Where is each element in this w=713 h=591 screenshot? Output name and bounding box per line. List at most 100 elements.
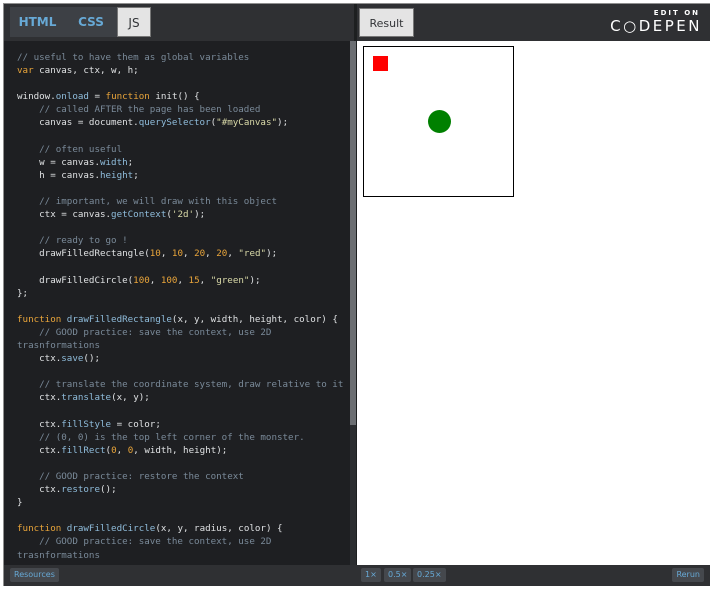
code-token: ctx = canvas. (17, 209, 112, 221)
code-token: , (183, 248, 195, 260)
result-preview (357, 41, 710, 565)
code-token: init() { (155, 91, 200, 103)
code-line: var canvas, ctx, w, h; (17, 64, 350, 77)
code-token: w = canvas. (17, 156, 100, 168)
code-token: drawFilledRectangle (66, 313, 172, 325)
green-circle (428, 110, 451, 133)
code-token: ctx. (17, 353, 62, 365)
code-scrollbar[interactable] (350, 41, 356, 565)
code-token: 20 (216, 248, 228, 260)
code-token: drawFilledRectangle( (17, 248, 150, 260)
code-token: // GOOD practice: save the context, use … (17, 536, 272, 548)
footer-right: 1× 0.5× 0.25× Rerun (357, 565, 710, 586)
code-token: onload (55, 91, 89, 103)
zoom-025x-button[interactable]: 0.25× (413, 568, 446, 582)
code-line: function drawFilledRectangle(x, y, width… (17, 313, 350, 326)
result-header: Result EDIT ON C○DEPEN (357, 4, 710, 41)
code-token: , (227, 248, 239, 260)
tab-css[interactable]: CSS (65, 7, 117, 37)
code-token: // GOOD practice: restore the context (17, 471, 244, 482)
code-token: "#myCanvas" (216, 117, 278, 129)
code-token: 15 (188, 274, 200, 286)
code-token: // GOOD practice: save the context, use … (17, 326, 272, 338)
tab-js[interactable]: JS (117, 7, 151, 37)
footer-left: Resources (4, 565, 357, 586)
code-line: // GOOD practice: save the context, use … (17, 326, 350, 339)
code-token: , (116, 444, 128, 456)
code-line: // ready to go ! (17, 234, 350, 247)
code-line: // important, we will draw with this obj… (17, 195, 350, 208)
code-scroll-thumb[interactable] (350, 41, 356, 425)
zoom-1x-button[interactable]: 1× (361, 568, 381, 582)
code-token: trasnformations (17, 340, 100, 352)
code-token: ctx. (17, 444, 62, 456)
code-token: // often useful (17, 143, 123, 155)
resources-button[interactable]: Resources (10, 568, 59, 582)
code-token: = color; (111, 418, 161, 430)
code-token: window. (17, 91, 56, 103)
code-token: h = canvas. (17, 169, 100, 181)
code-token: function (17, 523, 67, 535)
code-token: // important, we will draw with this obj… (17, 196, 277, 208)
code-line: ctx = canvas.getContext('2d'); (17, 208, 350, 221)
code-token: fillRect (61, 444, 106, 456)
code-line: drawFilledCircle(100, 100, 15, "green"); (17, 274, 350, 287)
code-line: // translate the coordinate system, draw… (17, 378, 350, 391)
code-line: // useful to have them as global variabl… (17, 51, 350, 64)
code-token: 10 (171, 248, 183, 260)
code-token: ); (266, 248, 278, 260)
code-token: width (99, 156, 128, 168)
code-token: = (88, 91, 106, 103)
code-token: 10 (149, 248, 161, 260)
tab-html[interactable]: HTML (10, 7, 65, 37)
code-token: '2d' (171, 209, 195, 221)
code-token: (x, y, radius, color) { (155, 523, 283, 535)
codepen-logo[interactable]: C○DEPEN (610, 17, 702, 35)
code-token: fillStyle (61, 418, 112, 430)
code-token: 20 (194, 248, 206, 260)
code-token: ctx. (17, 418, 62, 430)
code-token: ); (194, 209, 206, 221)
code-line: canvas = document.querySelector("#myCanv… (17, 116, 350, 129)
code-token: drawFilledCircle (66, 523, 156, 535)
code-token: function (17, 313, 67, 325)
code-line: // often useful (17, 143, 350, 156)
code-token: , width, height); (133, 444, 228, 456)
edit-on-label[interactable]: EDIT ON (654, 9, 700, 17)
code-token: canvas = document. (17, 117, 139, 129)
code-line: // (0, 0) is the top left corner of the … (17, 431, 350, 444)
code-line: } (17, 496, 350, 509)
code-line: // GOOD practice: restore the context (17, 470, 350, 483)
code-editor[interactable]: // useful to have them as global variabl… (4, 41, 354, 565)
code-line: ctx.translate(x, y); (17, 391, 350, 404)
code-line: }; (17, 287, 350, 300)
editor-tabs: HTML CSS JS (10, 7, 151, 39)
code-line: // called AFTER the page has been loaded (17, 103, 350, 116)
code-token: height (99, 169, 134, 181)
code-token: , (205, 248, 217, 260)
code-token: function (105, 91, 156, 103)
code-token: , (149, 274, 161, 286)
tab-result[interactable]: Result (359, 8, 414, 37)
code-token: , (177, 274, 189, 286)
code-line: ctx.save(); (17, 352, 350, 365)
code-token: ); (249, 274, 261, 286)
code-line: w = canvas.width; (17, 156, 350, 169)
code-token: ; (127, 156, 134, 168)
code-token: , (199, 274, 211, 286)
code-token: ); (277, 117, 289, 129)
my-canvas (363, 46, 514, 197)
red-rectangle (373, 56, 388, 71)
code-token: "green" (210, 274, 250, 286)
zoom-05x-button[interactable]: 0.5× (384, 568, 412, 582)
code-token: ; (133, 169, 139, 181)
code-token: restore (61, 484, 100, 496)
code-line: ctx.fillRect(0, 0, width, height); (17, 444, 350, 457)
rerun-button[interactable]: Rerun (672, 568, 704, 582)
code-token: "red" (238, 248, 267, 260)
